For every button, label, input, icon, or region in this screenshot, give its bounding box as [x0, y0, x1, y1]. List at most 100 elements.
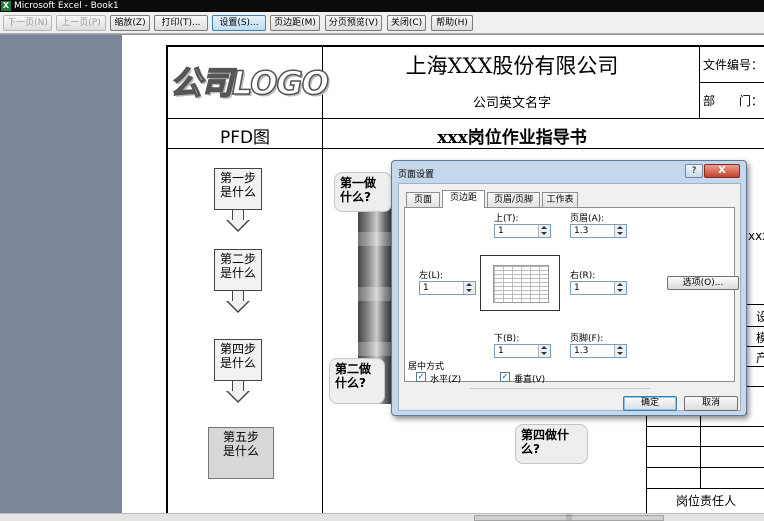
left-margin-value: 1 [423, 283, 429, 293]
right-column-text: 产 [756, 351, 764, 365]
table-divider [746, 304, 764, 305]
margin-preview-grid [493, 265, 549, 303]
flow-step-text: 第二步 [219, 252, 256, 266]
table-divider [646, 488, 764, 489]
photo-detail [358, 232, 392, 246]
flow-arrow-stem [232, 381, 244, 391]
right-column-text: 模 [756, 331, 764, 345]
horizontal-checkbox-label: 水平(Z) [430, 375, 462, 385]
down-arrow-icon [226, 220, 250, 232]
setup-button[interactable]: 设置(S)... [212, 15, 266, 31]
bottom-margin-value: 1 [498, 346, 504, 356]
print-preview-toolbar: 下一页(N) 上一页(P) 缩放(Z) 打印(T)... 设置(S)... 页边… [0, 12, 764, 34]
help-button[interactable]: 帮助(H) [431, 15, 473, 31]
table-divider [746, 386, 764, 387]
header-margin-value: 1.3 [574, 226, 589, 236]
right-margin-input[interactable]: 1 [570, 281, 627, 295]
flow-step-1: 第一步 是什么 [214, 168, 262, 210]
flow-step-text: 第四步 [219, 342, 256, 356]
footer-margin-label: 页脚(F): [570, 334, 604, 344]
table-divider [166, 148, 764, 149]
scrollbar-grip-icon: ||| [566, 514, 573, 521]
tab-header-footer[interactable]: 页眉/页脚 [487, 192, 540, 207]
spinner-arrows-icon[interactable] [614, 225, 626, 237]
right-column-text: 设 [756, 310, 764, 324]
cancel-button[interactable]: 取消 [684, 396, 738, 411]
ok-button[interactable]: 确定 [623, 396, 677, 411]
spinner-arrows-icon[interactable] [538, 345, 550, 357]
bottom-margin-label: 下(B): [494, 334, 520, 344]
flow-step-text: 是什么 [219, 266, 256, 280]
top-margin-input[interactable]: 1 [494, 224, 551, 238]
page-break-preview-button[interactable]: 分页预览(V) [325, 15, 382, 31]
spinner-arrows-icon[interactable] [463, 282, 475, 294]
dialog-body: 页面 页边距 页眉/页脚 工作表 上(T): 1 页眉(A): 1.3 左(L)… [398, 183, 741, 411]
spinner-arrows-icon[interactable] [614, 345, 626, 357]
table-border-left [166, 46, 168, 513]
flow-arrow-stem [232, 210, 244, 220]
table-divider [646, 446, 764, 447]
preview-left-margin [0, 35, 122, 513]
flow-step-5: 第五步 是什么 [208, 427, 274, 479]
document-number-label: 文件编号： [703, 58, 764, 72]
tab-sheet[interactable]: 工作表 [542, 192, 578, 207]
responsible-person-label: 岗位责任人 [676, 494, 737, 508]
tab-page[interactable]: 页面 [406, 192, 440, 207]
dialog-title: 页面设置 [398, 170, 435, 180]
table-divider [322, 46, 323, 513]
table-divider [746, 326, 764, 327]
department-label: 部 门： [703, 94, 764, 108]
options-button[interactable]: 选项(O)... [667, 276, 739, 290]
flow-step-text: 是什么 [219, 185, 256, 199]
close-preview-button[interactable]: 关闭(C) [387, 15, 426, 31]
right-margin-label: 右(R): [570, 271, 596, 281]
footer-margin-value: 1.3 [574, 346, 589, 356]
margins-button[interactable]: 页边距(M) [270, 15, 320, 31]
flow-step-text: 是什么 [222, 444, 259, 458]
right-column-text: xxx [748, 229, 764, 243]
dialog-help-button[interactable]: ? [685, 164, 703, 178]
table-divider [746, 346, 764, 347]
company-name: 上海XXX股份有限公司 [405, 54, 619, 78]
down-arrow-icon [226, 301, 250, 313]
spinner-arrows-icon[interactable] [538, 225, 550, 237]
down-arrow-icon [226, 391, 250, 403]
footer-margin-input[interactable]: 1.3 [570, 344, 627, 358]
horizontal-checkbox[interactable]: ✓ [416, 372, 426, 382]
company-logo: 公司LOGO [169, 63, 329, 103]
next-page-button[interactable]: 下一页(N) [3, 15, 52, 31]
flow-step-text: 是什么 [219, 356, 256, 370]
table-divider [166, 118, 764, 119]
window-titlebar: X Microsoft Excel - Book1 [0, 0, 764, 12]
step-callout-2: 第二做什么? [329, 358, 385, 404]
header-margin-label: 页眉(A): [570, 214, 605, 224]
company-english-name: 公司英文名字 [472, 96, 551, 111]
guide-title: xxx岗位作业指导书 [437, 128, 587, 148]
zoom-button[interactable]: 缩放(Z) [110, 15, 150, 31]
bottom-margin-input[interactable]: 1 [494, 344, 551, 358]
dialog-close-button[interactable]: X [704, 164, 740, 178]
table-divider [699, 82, 764, 83]
center-on-page-label: 居中方式 [408, 362, 445, 372]
previous-page-button[interactable]: 上一页(P) [56, 15, 106, 31]
right-margin-value: 1 [574, 283, 580, 293]
vertical-checkbox[interactable]: ✓ [500, 372, 510, 382]
table-divider [646, 467, 764, 468]
header-margin-input[interactable]: 1.3 [570, 224, 627, 238]
pfd-title: PFD图 [219, 128, 271, 148]
left-margin-label: 左(L): [419, 271, 444, 281]
horizontal-scrollbar[interactable]: ||| [0, 513, 764, 521]
flow-step-2: 第二步 是什么 [214, 249, 262, 291]
photo-detail [358, 342, 392, 356]
spinner-arrows-icon[interactable] [614, 282, 626, 294]
top-margin-value: 1 [498, 226, 504, 236]
print-button[interactable]: 打印(T)... [154, 15, 208, 31]
table-divider [646, 414, 647, 513]
left-margin-input[interactable]: 1 [419, 281, 476, 295]
window-title: Microsoft Excel - Book1 [14, 1, 119, 11]
flow-step-text: 第五步 [222, 430, 259, 444]
tab-margins[interactable]: 页边距 [442, 190, 485, 208]
table-divider [646, 426, 764, 427]
excel-app-icon: X [1, 1, 11, 11]
flow-step-4: 第四步 是什么 [214, 339, 262, 381]
